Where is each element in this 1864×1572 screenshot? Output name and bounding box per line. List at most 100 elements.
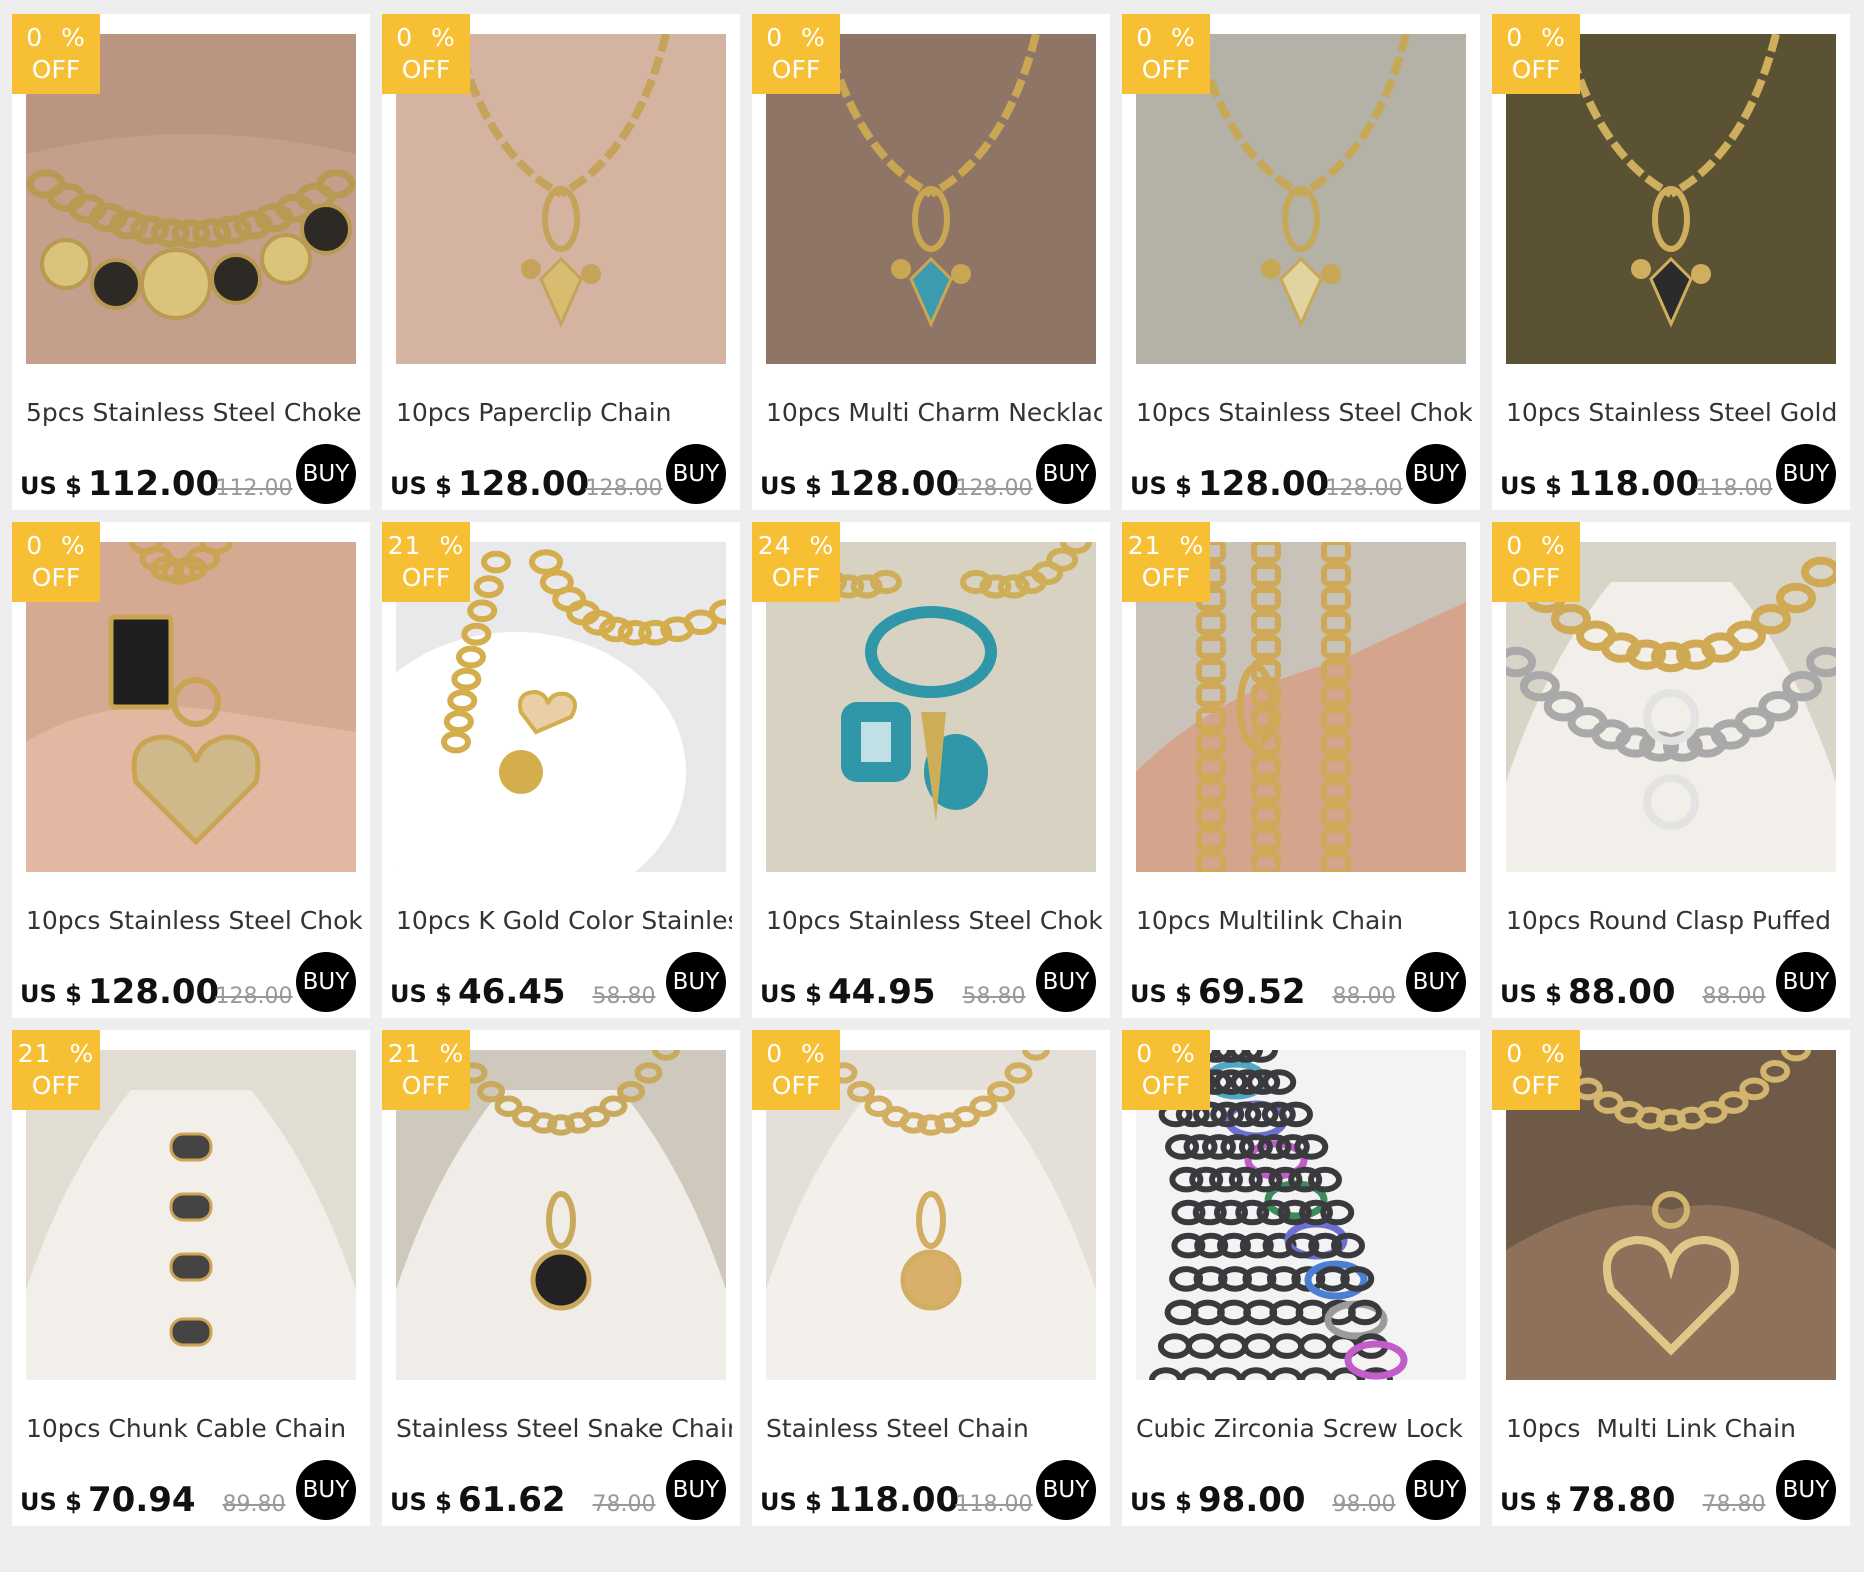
buy-button[interactable]: BUY bbox=[1776, 1460, 1836, 1520]
buy-button[interactable]: BUY bbox=[1776, 444, 1836, 504]
discount-percent: 0 % bbox=[766, 1039, 826, 1068]
buy-button[interactable]: BUY bbox=[296, 1460, 356, 1520]
product-title[interactable]: Stainless Steel Chain bbox=[766, 1414, 1102, 1443]
product-card[interactable]: 21 % OFF 10pcs Multilink Chain US $ 69.5… bbox=[1122, 522, 1480, 1018]
product-card[interactable]: 21 % OFF Stainless Steel Snake Chains US… bbox=[382, 1030, 740, 1526]
discount-percent: 21 % bbox=[17, 1039, 95, 1068]
product-title[interactable]: Stainless Steel Snake Chains bbox=[396, 1414, 732, 1443]
product-price: 78.80 bbox=[1568, 1480, 1676, 1520]
buy-button[interactable]: BUY bbox=[666, 952, 726, 1012]
currency-label: US $ bbox=[760, 980, 822, 1008]
discount-off-label: OFF bbox=[401, 55, 451, 84]
discount-percent: 21 % bbox=[387, 531, 465, 560]
discount-badge: 0 % OFF bbox=[1492, 522, 1580, 602]
original-price: 88.00 bbox=[1702, 984, 1766, 1009]
buy-button[interactable]: BUY bbox=[1406, 952, 1466, 1012]
product-card[interactable]: 21 % OFF 10pcs K Gold Color Stainless US… bbox=[382, 522, 740, 1018]
product-title[interactable]: Cubic Zirconia Screw Lock bbox=[1136, 1414, 1472, 1443]
discount-off-label: OFF bbox=[1141, 563, 1191, 592]
currency-label: US $ bbox=[1500, 980, 1562, 1008]
currency-label: US $ bbox=[390, 980, 452, 1008]
discount-percent: 0 % bbox=[26, 531, 86, 560]
product-title[interactable]: 10pcs Multi Charm Necklace bbox=[766, 398, 1102, 427]
product-title[interactable]: 10pcs Multilink Chain bbox=[1136, 906, 1472, 935]
product-price: 70.94 bbox=[88, 1480, 196, 1520]
product-card[interactable]: 0 % OFF Stainless Steel Chain US $ 118.0… bbox=[752, 1030, 1110, 1526]
discount-percent: 0 % bbox=[1506, 531, 1566, 560]
product-price: 44.95 bbox=[828, 972, 936, 1012]
product-price: 128.00 bbox=[828, 464, 960, 504]
original-price: 128.00 bbox=[585, 476, 663, 501]
product-card[interactable]: 21 % OFF 10pcs Chunk Cable Chain US $ 70… bbox=[12, 1030, 370, 1526]
product-card[interactable]: 0 % OFF 10pcs Multi Link Chain US $ 78.8… bbox=[1492, 1030, 1850, 1526]
original-price: 118.00 bbox=[955, 1492, 1033, 1517]
currency-label: US $ bbox=[390, 472, 452, 500]
discount-badge: 0 % OFF bbox=[12, 14, 100, 94]
original-price: 128.00 bbox=[1325, 476, 1403, 501]
product-price: 118.00 bbox=[828, 1480, 960, 1520]
product-title[interactable]: 10pcs Multi Link Chain bbox=[1506, 1414, 1842, 1443]
original-price: 78.80 bbox=[1702, 1492, 1766, 1517]
product-title[interactable]: 10pcs Stainless Steel Choker bbox=[766, 906, 1102, 935]
original-price: 78.00 bbox=[592, 1492, 656, 1517]
product-card[interactable]: 0 % OFF 10pcs Stainless Steel Gold US $ … bbox=[1492, 14, 1850, 510]
product-title[interactable]: 10pcs Chunk Cable Chain bbox=[26, 1414, 362, 1443]
buy-button[interactable]: BUY bbox=[296, 444, 356, 504]
discount-off-label: OFF bbox=[1511, 563, 1561, 592]
buy-button[interactable]: BUY bbox=[1036, 952, 1096, 1012]
discount-badge: 21 % OFF bbox=[1122, 522, 1210, 602]
buy-button[interactable]: BUY bbox=[296, 952, 356, 1012]
product-card[interactable]: 0 % OFF 10pcs Multi Charm Necklace US $ … bbox=[752, 14, 1110, 510]
discount-off-label: OFF bbox=[31, 563, 81, 592]
discount-percent: 0 % bbox=[1506, 1039, 1566, 1068]
buy-button[interactable]: BUY bbox=[1406, 1460, 1466, 1520]
discount-badge: 0 % OFF bbox=[752, 14, 840, 94]
currency-label: US $ bbox=[20, 472, 82, 500]
product-title[interactable]: 10pcs Stainless Steel Choker bbox=[26, 906, 362, 935]
product-card[interactable]: 0 % OFF 10pcs Round Clasp Puffed US $ 88… bbox=[1492, 522, 1850, 1018]
discount-badge: 21 % OFF bbox=[382, 522, 470, 602]
product-card[interactable]: 0 % OFF 10pcs Paperclip Chain US $ 128.0… bbox=[382, 14, 740, 510]
product-price: 128.00 bbox=[458, 464, 590, 504]
discount-badge: 0 % OFF bbox=[752, 1030, 840, 1110]
discount-badge: 0 % OFF bbox=[1122, 14, 1210, 94]
discount-off-label: OFF bbox=[1141, 55, 1191, 84]
discount-badge: 0 % OFF bbox=[382, 14, 470, 94]
product-card[interactable]: 24 % OFF 10pcs Stainless Steel Choker US… bbox=[752, 522, 1110, 1018]
currency-label: US $ bbox=[1130, 980, 1192, 1008]
product-price: 69.52 bbox=[1198, 972, 1306, 1012]
buy-button[interactable]: BUY bbox=[1036, 1460, 1096, 1520]
buy-button[interactable]: BUY bbox=[666, 1460, 726, 1520]
product-title[interactable]: 10pcs Stainless Steel Gold bbox=[1506, 398, 1842, 427]
discount-badge: 21 % OFF bbox=[12, 1030, 100, 1110]
product-price: 112.00 bbox=[88, 464, 220, 504]
product-title[interactable]: 5pcs Stainless Steel Choker bbox=[26, 398, 362, 427]
product-price: 46.45 bbox=[458, 972, 566, 1012]
product-card[interactable]: 0 % OFF Cubic Zirconia Screw Lock US $ 9… bbox=[1122, 1030, 1480, 1526]
discount-off-label: OFF bbox=[1511, 1071, 1561, 1100]
discount-percent: 0 % bbox=[766, 23, 826, 52]
original-price: 112.00 bbox=[215, 476, 293, 501]
currency-label: US $ bbox=[760, 472, 822, 500]
product-price: 98.00 bbox=[1198, 1480, 1306, 1520]
product-title[interactable]: 10pcs K Gold Color Stainless bbox=[396, 906, 732, 935]
currency-label: US $ bbox=[390, 1488, 452, 1516]
product-card[interactable]: 0 % OFF 5pcs Stainless Steel Choker US $… bbox=[12, 14, 370, 510]
product-title[interactable]: 10pcs Paperclip Chain bbox=[396, 398, 732, 427]
buy-button[interactable]: BUY bbox=[1036, 444, 1096, 504]
product-card[interactable]: 0 % OFF 10pcs Stainless Steel Choker US … bbox=[12, 522, 370, 1018]
buy-button[interactable]: BUY bbox=[1406, 444, 1466, 504]
discount-off-label: OFF bbox=[401, 563, 451, 592]
currency-label: US $ bbox=[1500, 1488, 1562, 1516]
original-price: 88.00 bbox=[1332, 984, 1396, 1009]
original-price: 118.00 bbox=[1695, 476, 1773, 501]
original-price: 98.00 bbox=[1332, 1492, 1396, 1517]
buy-button[interactable]: BUY bbox=[666, 444, 726, 504]
product-title[interactable]: 10pcs Stainless Steel Choker bbox=[1136, 398, 1472, 427]
currency-label: US $ bbox=[1130, 472, 1192, 500]
buy-button[interactable]: BUY bbox=[1776, 952, 1836, 1012]
product-card[interactable]: 0 % OFF 10pcs Stainless Steel Choker US … bbox=[1122, 14, 1480, 510]
product-title[interactable]: 10pcs Round Clasp Puffed bbox=[1506, 906, 1842, 935]
discount-off-label: OFF bbox=[1511, 55, 1561, 84]
discount-percent: 21 % bbox=[387, 1039, 465, 1068]
